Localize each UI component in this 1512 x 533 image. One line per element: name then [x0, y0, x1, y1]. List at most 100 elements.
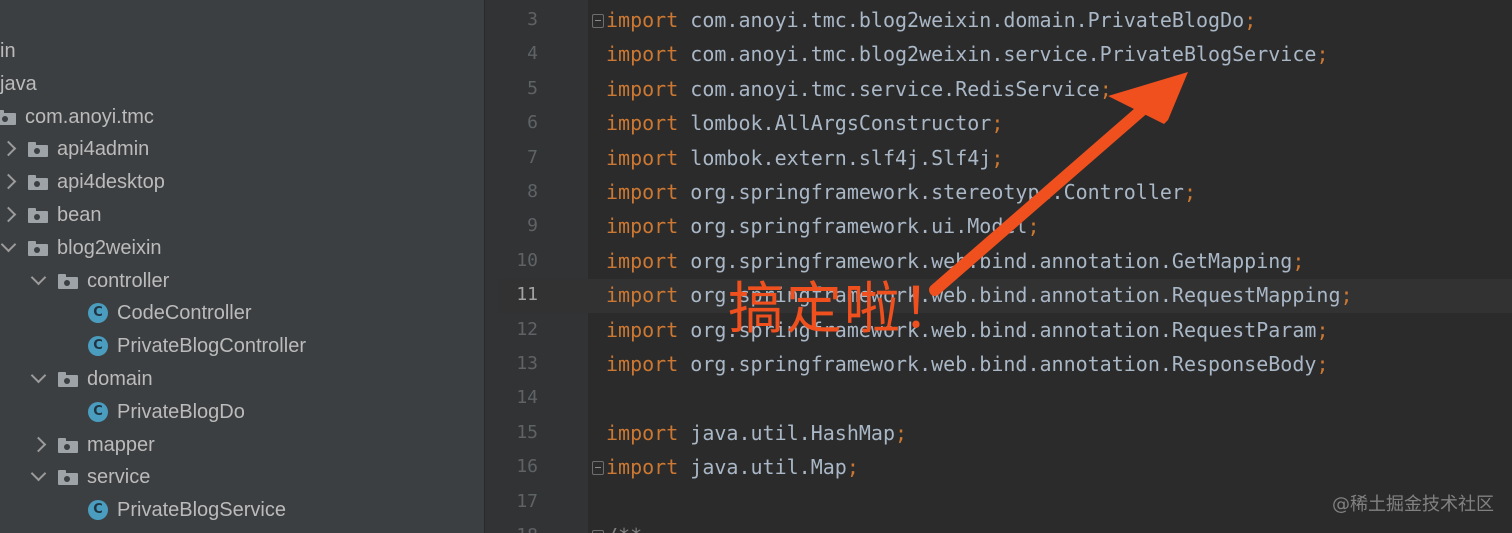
tree-item-api4desktop[interactable]: api4desktop — [0, 166, 484, 199]
code-text: import org.springframework.stereotype.Co… — [606, 175, 1196, 209]
tree-item-label: domain — [87, 368, 153, 390]
keyword-token: import — [606, 420, 679, 445]
tree-item-privateblogservice[interactable]: C PrivateBlogService — [0, 494, 484, 527]
tree-item-controller[interactable]: controller — [0, 265, 484, 298]
semicolon-token: ; — [991, 111, 1004, 136]
semicolon-token: ; — [1316, 42, 1329, 67]
package-folder-icon — [58, 372, 78, 387]
ide-window: in java com.anoyi.tmc api4admin api4desktop b… — [0, 0, 1512, 533]
line-number: 5 — [527, 77, 538, 99]
tree-item-in[interactable]: in — [0, 35, 484, 68]
tree-item-domain[interactable]: domain — [0, 363, 484, 396]
line-number: 10 — [516, 249, 538, 271]
chevron-down-icon[interactable] — [30, 466, 47, 482]
tree-item-blog2weixin[interactable]: blog2weixin — [0, 232, 484, 265]
line-number: 9 — [527, 215, 538, 237]
code-line[interactable]: 13 import org.springframework.web.bind.an… — [498, 347, 1512, 381]
chevron-right-icon[interactable] — [30, 436, 47, 452]
chevron-right-icon[interactable] — [0, 206, 17, 223]
java-class-icon: C — [88, 401, 108, 422]
chevron-down-icon[interactable] — [0, 236, 17, 253]
code-line[interactable]: 7 import lombok.extern.slf4j.Slf4j; — [498, 141, 1512, 175]
import-path: org.springframework.web.bind.annotation.… — [678, 248, 1293, 273]
package-folder-icon — [28, 142, 48, 158]
tree-item-label: api4desktop — [57, 171, 165, 194]
semicolon-token: ; — [1292, 248, 1305, 273]
watermark: @稀土掘金技术社区 — [1332, 494, 1494, 515]
line-number: 15 — [516, 421, 538, 443]
chevron-down-icon[interactable] — [30, 367, 47, 384]
code-line[interactable]: 11 import org.springframework.web.bind.an… — [498, 278, 1512, 312]
line-number: 7 — [527, 146, 538, 168]
keyword-token: import — [606, 42, 679, 67]
code-line[interactable]: 3 import com.anoyi.tmc.blog2weixin.domain… — [498, 3, 1512, 37]
tree-item-label: java — [0, 72, 37, 95]
import-path: lombok.AllArgsConstructor — [678, 111, 992, 136]
code-text: /** — [606, 519, 642, 533]
keyword-token: import — [606, 283, 679, 308]
java-class-icon: C — [88, 500, 108, 521]
package-folder-icon — [28, 208, 48, 223]
keyword-token: import — [606, 180, 679, 204]
chevron-right-icon[interactable] — [0, 141, 17, 157]
import-path: java.util.Map — [678, 455, 847, 480]
tree-item-java[interactable]: java — [0, 68, 484, 101]
import-path: org.springframework.ui.Model — [678, 214, 1028, 239]
code-text: import java.util.Map; — [606, 450, 859, 484]
import-path: org.springframework.stereotype.Controlle… — [678, 180, 1184, 204]
code-line[interactable]: 12 import org.springframework.web.bind.an… — [498, 313, 1512, 347]
code-line[interactable]: 5 import com.anoyi.tmc.service.RedisServi… — [498, 72, 1512, 106]
code-line[interactable]: 6 import lombok.AllArgsConstructor; — [498, 106, 1512, 140]
import-path: lombok.extern.slf4j.Slf4j — [678, 145, 992, 170]
chevron-right-icon[interactable] — [0, 173, 17, 190]
semicolon-token: ; — [1340, 283, 1353, 308]
package-folder-icon — [58, 437, 78, 453]
keyword-token: import — [606, 214, 679, 239]
code-line[interactable]: 4 import com.anoyi.tmc.blog2weixin.servic… — [498, 37, 1512, 71]
tree-item-label: com.anoyi.tmc — [25, 105, 154, 128]
tree-item-label: PrivateBlogController — [117, 335, 306, 358]
tree-item-mapper[interactable]: mapper — [0, 429, 484, 462]
semicolon-token: ; — [1316, 352, 1329, 376]
code-line[interactable]: 14 — [498, 381, 1512, 415]
tree-item-codecontroller[interactable]: C CodeController — [0, 297, 484, 330]
line-number: 13 — [516, 353, 538, 374]
semicolon-token: ; — [991, 145, 1004, 170]
semicolon-token: ; — [1099, 76, 1112, 101]
code-text: import lombok.extern.slf4j.Slf4j; — [606, 141, 1003, 175]
fold-icon[interactable] — [592, 14, 604, 28]
code-line[interactable]: 10 import org.springframework.web.bind.an… — [498, 244, 1512, 278]
line-number: 18 — [498, 519, 538, 533]
line-number: 8 — [527, 181, 538, 202]
java-class-icon: C — [88, 303, 108, 324]
tree-item-privateblogcontroller[interactable]: C PrivateBlogController — [0, 330, 484, 363]
semicolon-token: ; — [846, 455, 859, 480]
tree-item-bean[interactable]: bean — [0, 199, 484, 232]
code-line[interactable]: 9 import org.springframework.ui.Model; — [498, 209, 1512, 243]
tree-item-com-anoyi-tmc[interactable]: com.anoyi.tmc — [0, 101, 484, 134]
code-line[interactable]: 18 /** — [498, 519, 1512, 533]
code-line[interactable]: 8 import org.springframework.stereotype.C… — [498, 175, 1512, 209]
comment-token: /** — [606, 524, 642, 533]
line-number: 16 — [516, 456, 538, 478]
package-folder-icon — [0, 109, 16, 125]
code-line[interactable]: 16 import java.util.Map; — [498, 450, 1512, 484]
java-class-icon: C — [88, 336, 108, 357]
tree-item-privateblogdo[interactable]: C PrivateBlogDo — [0, 396, 484, 429]
line-number: 6 — [527, 112, 538, 134]
keyword-token: import — [606, 352, 679, 376]
tree-item-api4admin[interactable]: api4admin — [0, 133, 484, 166]
code-editor[interactable]: 3 import com.anoyi.tmc.blog2weixin.domain… — [498, 0, 1512, 533]
line-number: 11 — [516, 284, 538, 306]
fold-icon[interactable] — [592, 461, 604, 476]
keyword-token: import — [606, 145, 679, 170]
line-number: 12 — [516, 318, 538, 340]
code-text: import org.springframework.web.bind.anno… — [606, 313, 1328, 347]
chevron-down-icon[interactable] — [30, 269, 47, 285]
tree-item-service[interactable]: service — [0, 461, 484, 494]
code-text: import org.springframework.web.bind.anno… — [606, 347, 1328, 381]
code-line[interactable]: 15 import java.util.HashMap; — [498, 416, 1512, 450]
code-text: import org.springframework.web.bind.anno… — [606, 278, 1353, 312]
panel-splitter[interactable] — [484, 0, 499, 533]
annotation-label: 搞定啦！ — [728, 277, 960, 342]
